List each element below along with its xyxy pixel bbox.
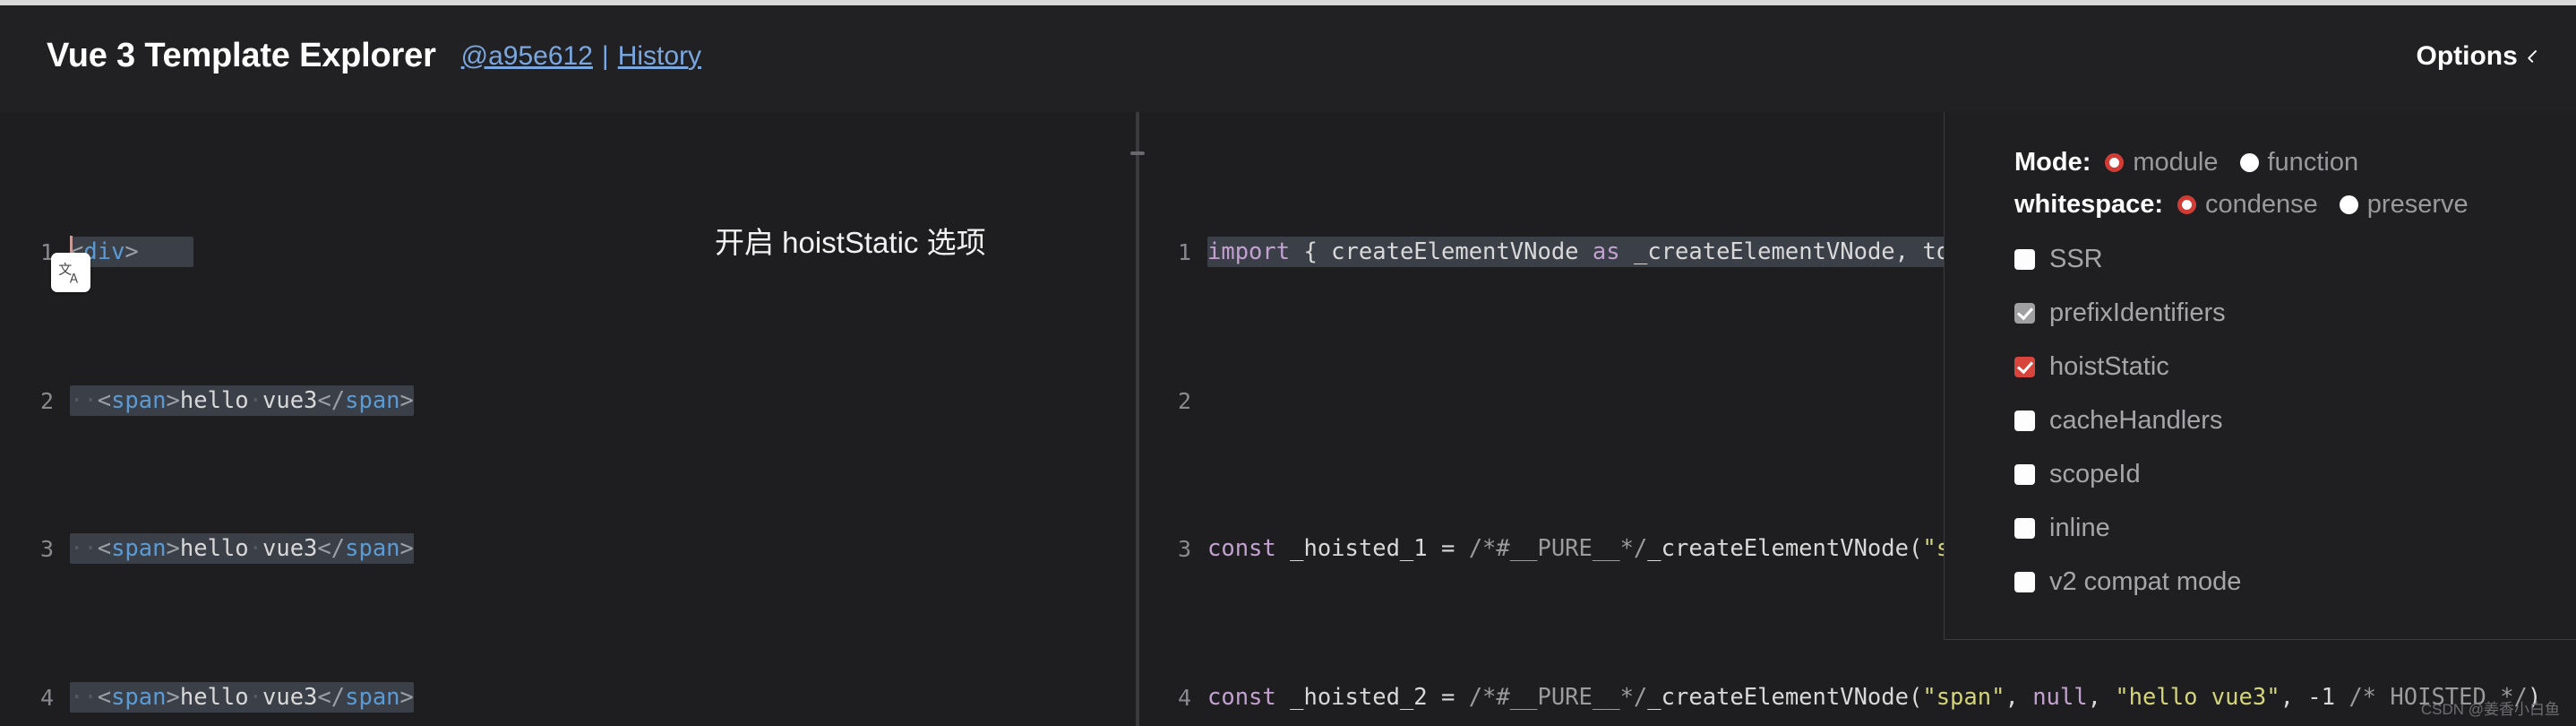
- annotation-text: 开启 hoistStatic 选项: [715, 226, 986, 259]
- options-button[interactable]: Options ⌐: [2416, 40, 2546, 72]
- line-number: 4: [39, 685, 54, 712]
- radio-mode-module[interactable]: module: [2105, 148, 2219, 177]
- radio-indicator: [2339, 195, 2358, 214]
- checkbox-v2-compat-mode[interactable]: v2 compat mode: [2014, 555, 2576, 609]
- app-root: Vue 3 Template Explorer @a95e612 | Histo…: [0, 0, 2576, 726]
- header-links: @a95e612 | History: [461, 41, 701, 72]
- line-number: 1: [1177, 239, 1191, 266]
- checkbox-label: hoistStatic: [2049, 351, 2169, 381]
- options-button-label: Options: [2416, 40, 2518, 71]
- checkbox-scopeid[interactable]: scopeId: [2014, 447, 2576, 501]
- line-number: 2: [1177, 387, 1191, 414]
- radio-indicator: [2177, 195, 2196, 214]
- checkbox-label: prefixIdentifiers: [2049, 298, 2226, 327]
- template-code: 1 <div> 2 ··<span>hello·vue3</span> 3 ··…: [0, 112, 1136, 726]
- checkbox-label: SSR: [2049, 244, 2103, 273]
- line-content: ··<span>hello·vue3</span>: [70, 533, 414, 565]
- page-title: Vue 3 Template Explorer: [47, 37, 436, 74]
- checkbox-indicator: [2014, 463, 2035, 485]
- whitespace-option-row: whitespace: condense preserve: [2014, 190, 2576, 220]
- checkbox-label: scopeId: [2049, 459, 2141, 488]
- checkbox-label: v2 compat mode: [2049, 566, 2242, 596]
- code-line: 4 const _hoisted_2 = /*#__PURE__*/_creat…: [1138, 679, 2576, 716]
- history-link[interactable]: History: [618, 41, 701, 72]
- checkbox-indicator: [2014, 410, 2035, 431]
- radio-indicator: [2239, 153, 2259, 172]
- splitter-grip: [1130, 151, 1145, 155]
- line-content: ··<span>hello·vue3</span>: [70, 385, 414, 416]
- checkbox-indicator: [2014, 302, 2035, 324]
- checkbox-indicator: [2014, 571, 2035, 592]
- app-header: Vue 3 Template Explorer @a95e612 | Histo…: [0, 0, 2576, 112]
- checkbox-indicator: [2014, 356, 2035, 377]
- checkbox-indicator: [2014, 517, 2035, 539]
- checkbox-inline[interactable]: inline: [2014, 501, 2576, 555]
- translate-icon[interactable]: 文 A: [51, 253, 90, 292]
- code-line: 3 ··<span>hello·vue3</span>: [0, 531, 1136, 567]
- editor-body: 1 <div> 2 ··<span>hello·vue3</span> 3 ··…: [0, 112, 2576, 726]
- option-checkbox-list: SSR prefixIdentifiers hoistStatic cacheH…: [2014, 232, 2576, 609]
- checkbox-cachehandlers[interactable]: cacheHandlers: [2014, 393, 2576, 447]
- checkbox-hoiststatic[interactable]: hoistStatic: [2014, 340, 2576, 393]
- line-number: 3: [39, 536, 54, 563]
- commit-link[interactable]: @a95e612: [461, 41, 593, 72]
- line-content: const _hoisted_2 = /*#__PURE__*/_createE…: [1207, 684, 2542, 712]
- radio-mode-function[interactable]: function: [2239, 148, 2359, 177]
- line-number: 3: [1177, 536, 1191, 563]
- watermark: CSDN @姜香小白鱼: [2420, 701, 2560, 718]
- checkbox-ssr[interactable]: SSR: [2014, 232, 2576, 286]
- line-number: 4: [1177, 685, 1191, 712]
- chevron-down-icon: ⌐: [2517, 39, 2546, 69]
- options-panel: Mode: module function whitespace: conden…: [1944, 112, 2576, 640]
- checkbox-label: cacheHandlers: [2049, 405, 2223, 435]
- mode-option-row: Mode: module function: [2014, 148, 2576, 177]
- radio-label: condense: [2205, 190, 2318, 219]
- radio-indicator: [2105, 153, 2125, 172]
- link-separator: |: [601, 40, 609, 71]
- radio-label: preserve: [2366, 190, 2469, 219]
- whitespace-label: whitespace:: [2014, 190, 2163, 219]
- radio-whitespace-preserve[interactable]: preserve: [2339, 190, 2469, 220]
- pane-splitter[interactable]: [1130, 112, 1145, 726]
- checkbox-prefixidentifiers[interactable]: prefixIdentifiers: [2014, 286, 2576, 340]
- line-number: 2: [39, 387, 54, 414]
- checkbox-label: inline: [2049, 513, 2110, 542]
- template-source-editor[interactable]: 1 <div> 2 ··<span>hello·vue3</span> 3 ··…: [0, 112, 1136, 726]
- svg-text:A: A: [70, 272, 79, 286]
- line-content: ··<span>hello·vue3</span>: [70, 682, 414, 713]
- code-line: 4 ··<span>hello·vue3</span>: [0, 679, 1136, 716]
- checkbox-indicator: [2014, 248, 2035, 270]
- code-line: 2 ··<span>hello·vue3</span>: [0, 383, 1136, 419]
- top-window-strip: [0, 0, 2576, 5]
- radio-label: function: [2267, 148, 2359, 177]
- radio-whitespace-condense[interactable]: condense: [2177, 190, 2318, 220]
- mode-label: Mode:: [2014, 148, 2091, 177]
- radio-label: module: [2133, 148, 2219, 177]
